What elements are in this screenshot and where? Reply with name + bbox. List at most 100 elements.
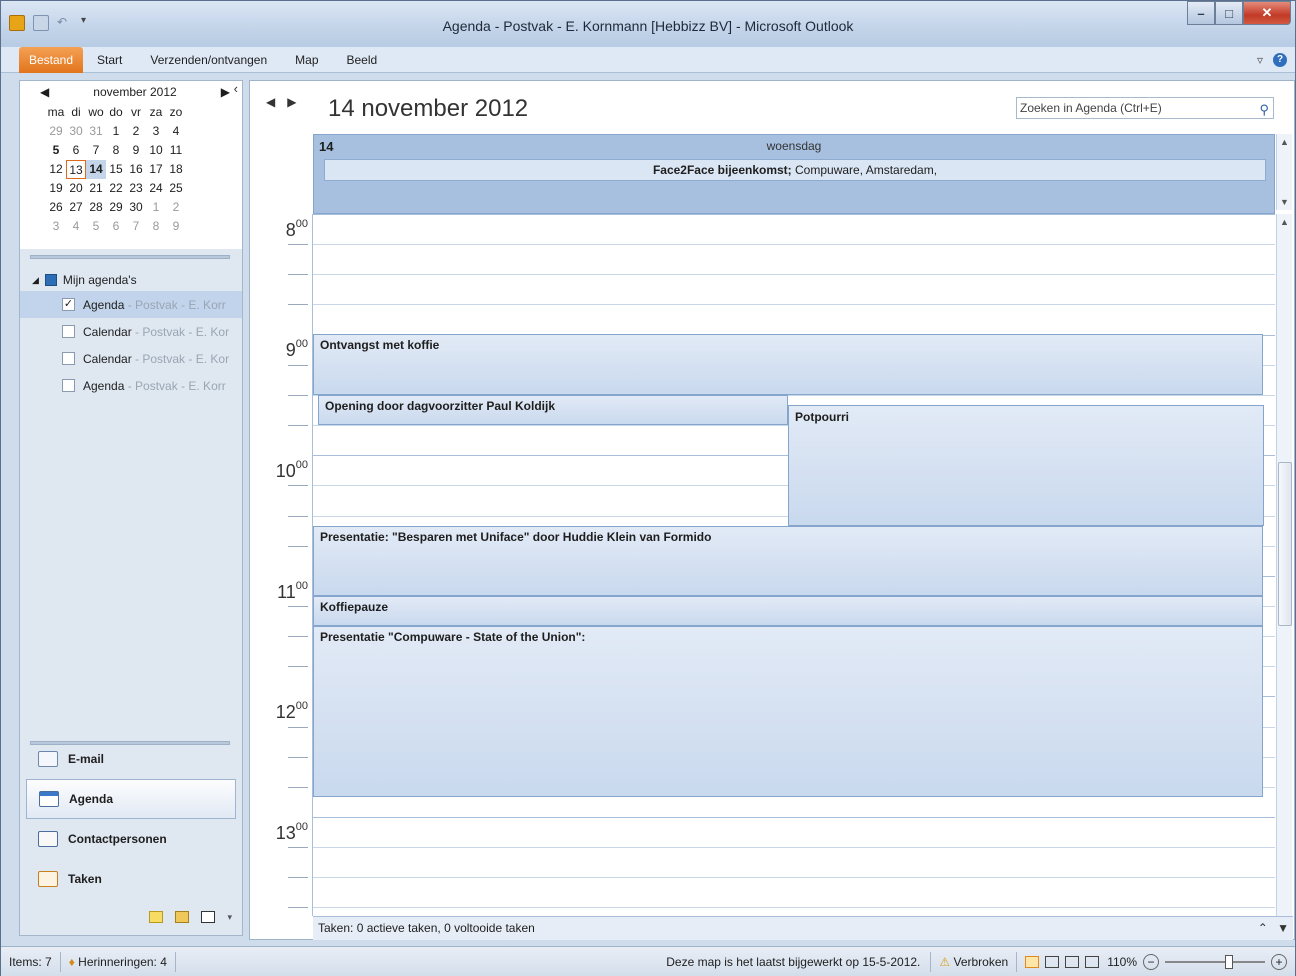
day-cell[interactable]: 25 — [166, 179, 186, 198]
day-cell[interactable]: 18 — [166, 160, 186, 179]
zoom-slider[interactable] — [1165, 954, 1265, 969]
zoom-out-button[interactable]: − — [1143, 953, 1159, 970]
day-cell[interactable]: 3 — [46, 217, 66, 236]
day-cell[interactable]: 8 — [106, 141, 126, 160]
day-cell[interactable]: 3 — [146, 122, 166, 141]
tab-verzenden-ontvangen[interactable]: Verzenden/ontvangen — [136, 47, 281, 73]
calendar-checkbox[interactable] — [62, 325, 75, 338]
day-cell[interactable]: 9 — [126, 141, 146, 160]
prev-month-icon[interactable]: ◀ — [40, 85, 49, 99]
search-input[interactable]: Zoeken in Agenda (Ctrl+E) ⚲ — [1016, 97, 1274, 119]
appointment[interactable]: Koffiepauze — [313, 596, 1263, 626]
day-cell[interactable]: 12 — [46, 160, 66, 179]
day-cell[interactable]: 31 — [86, 122, 106, 141]
day-cell[interactable]: 1 — [106, 122, 126, 141]
day-cell[interactable]: 11 — [166, 141, 186, 160]
close-button[interactable]: ✕ — [1243, 1, 1291, 25]
calendar-checkbox[interactable] — [62, 352, 75, 365]
zoom-level[interactable]: 110% — [1107, 955, 1137, 969]
day-cell[interactable]: 22 — [106, 179, 126, 198]
allday-event[interactable]: Face2Face bijeenkomst; Compuware, Amstar… — [324, 159, 1266, 181]
pane-splitter[interactable] — [30, 255, 230, 259]
scroll-up-icon[interactable]: ▲ — [1277, 134, 1292, 150]
notes-icon[interactable] — [149, 911, 164, 923]
day-cell[interactable]: 8 — [146, 217, 166, 236]
zoom-slider-knob[interactable] — [1225, 954, 1233, 969]
calendar-item[interactable]: ✓ Agenda - Postvak - E. Korr — [20, 291, 242, 318]
scroll-up-icon[interactable]: ▲ — [1277, 214, 1292, 230]
day-cell[interactable]: 29 — [46, 122, 66, 141]
help-icon[interactable]: ? — [1273, 53, 1287, 67]
schedule-view-icon[interactable] — [1085, 955, 1100, 968]
day-cell[interactable]: 23 — [126, 179, 146, 198]
connection-status[interactable]: ⚠ Verbroken — [930, 951, 1018, 972]
day-cell[interactable]: 20 — [66, 179, 86, 198]
tab-beeld[interactable]: Beeld — [333, 47, 392, 73]
day-cell[interactable]: 19 — [46, 179, 66, 198]
day-cell[interactable]: 15 — [106, 160, 126, 179]
day-cell[interactable]: 21 — [86, 179, 106, 198]
day-cell[interactable]: 5 — [86, 217, 106, 236]
tasks-bar[interactable]: Taken: 0 actieve taken, 0 voltooide take… — [313, 916, 1293, 940]
zoom-in-button[interactable]: + — [1271, 953, 1287, 970]
day-cell[interactable]: 14 — [86, 160, 106, 179]
day-cell[interactable]: 29 — [106, 198, 126, 217]
appointment[interactable]: Presentatie: "Besparen met Uniface" door… — [313, 526, 1263, 596]
day-cell[interactable]: 4 — [166, 122, 186, 141]
day-cell[interactable]: 6 — [66, 141, 86, 160]
day-cell[interactable]: 5 — [46, 141, 66, 160]
nav-button-contacts[interactable]: Contactpersonen — [20, 819, 242, 859]
calendar-group-header[interactable]: ◢ Mijn agenda's — [20, 269, 242, 291]
day-cell[interactable]: 16 — [126, 160, 146, 179]
scroll-thumb[interactable] — [1278, 462, 1292, 626]
day-cell[interactable]: 4 — [66, 217, 86, 236]
work-week-view-icon[interactable] — [1045, 955, 1060, 968]
folder-icon[interactable] — [175, 911, 190, 923]
next-month-icon[interactable]: ▶ — [221, 85, 230, 99]
shortcuts-icon[interactable] — [201, 911, 216, 923]
expand-tasks-icon[interactable]: ⌃ — [1258, 921, 1268, 935]
next-day-icon[interactable]: ▶ — [287, 95, 308, 109]
search-icon[interactable]: ⚲ — [1259, 100, 1269, 120]
scroll-down-icon[interactable]: ▼ — [1277, 921, 1289, 935]
day-cell[interactable]: 9 — [166, 217, 186, 236]
configure-buttons-icon[interactable]: ▾ — [227, 912, 232, 923]
calendar-item[interactable]: Calendar - Postvak - E. Kor — [20, 318, 242, 345]
day-cell[interactable]: 17 — [146, 160, 166, 179]
day-cell[interactable]: 2 — [166, 198, 186, 217]
day-view-icon[interactable] — [1025, 955, 1040, 968]
tab-start[interactable]: Start — [83, 47, 136, 73]
nav-button-agenda[interactable]: Agenda — [26, 779, 236, 819]
appointment[interactable]: Potpourri — [788, 405, 1264, 526]
allday-scrollbar[interactable]: ▲ ▼ — [1276, 134, 1292, 210]
day-cell[interactable]: 24 — [146, 179, 166, 198]
day-cell[interactable]: 13 — [66, 160, 86, 179]
day-cell[interactable]: 7 — [86, 141, 106, 160]
day-cell[interactable]: 27 — [66, 198, 86, 217]
day-cell[interactable]: 1 — [146, 198, 166, 217]
day-cell[interactable]: 30 — [126, 198, 146, 217]
calendar-checkbox[interactable] — [62, 379, 75, 392]
maximize-button[interactable]: □ — [1215, 1, 1243, 25]
nav-button-tasks[interactable]: Taken — [20, 859, 242, 899]
reminders-status[interactable]: ♦ Herinneringen: 4 — [61, 951, 176, 972]
calendar-checkbox[interactable]: ✓ — [62, 298, 75, 311]
collapse-pane-icon[interactable]: ‹ — [234, 81, 238, 96]
day-cell[interactable]: 30 — [66, 122, 86, 141]
day-cell[interactable]: 2 — [126, 122, 146, 141]
nav-button-email[interactable]: E-mail — [20, 739, 242, 779]
day-cell[interactable]: 28 — [86, 198, 106, 217]
tab-bestand[interactable]: Bestand — [19, 46, 84, 73]
day-cell[interactable]: 6 — [106, 217, 126, 236]
minimize-button[interactable]: – — [1187, 1, 1215, 25]
time-grid-scrollbar[interactable]: ▲ — [1276, 214, 1292, 916]
expand-triangle-icon[interactable]: ◢ — [32, 275, 39, 286]
calendar-item[interactable]: Calendar - Postvak - E. Kor — [20, 345, 242, 372]
day-cell[interactable]: 26 — [46, 198, 66, 217]
scroll-down-icon[interactable]: ▼ — [1277, 194, 1292, 210]
ribbon-minimize-icon[interactable]: ▿ — [1257, 53, 1263, 67]
appointment[interactable]: Opening door dagvoorzitter Paul Koldijk — [318, 395, 788, 425]
appointment[interactable]: Ontvangst met koffie — [313, 334, 1263, 395]
tab-map[interactable]: Map — [281, 47, 332, 73]
month-view-icon[interactable] — [1065, 955, 1080, 968]
